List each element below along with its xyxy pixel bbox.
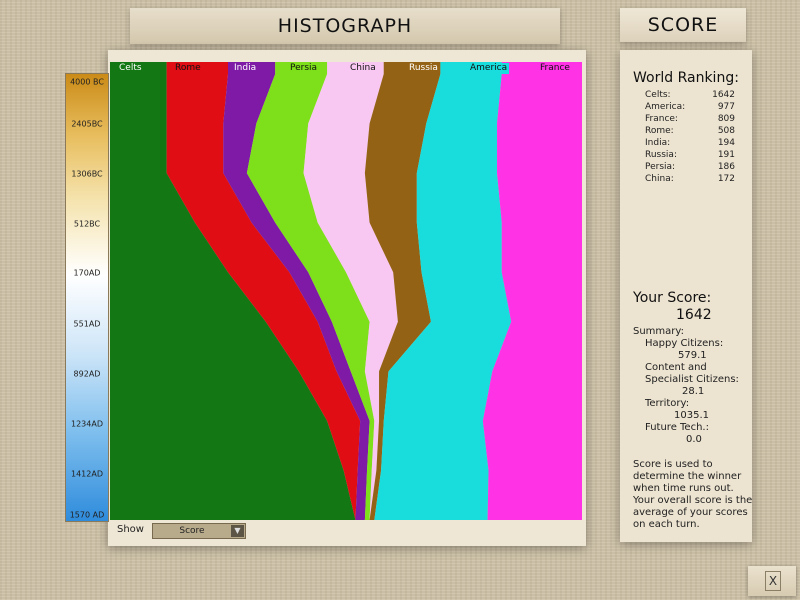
close-button[interactable]: X bbox=[748, 566, 796, 596]
content-citizens-value: 28.1 bbox=[682, 386, 705, 397]
future-tech-label: Future Tech.: bbox=[645, 422, 709, 433]
score-note-line: Your overall score is the bbox=[633, 495, 753, 506]
ranking-name: America: bbox=[645, 102, 686, 112]
timeline-tick: 1306BC bbox=[71, 169, 103, 179]
histograph-svg bbox=[110, 62, 582, 520]
ranking-name: France: bbox=[645, 114, 678, 124]
happy-citizens-label: Happy Citizens: bbox=[645, 338, 724, 349]
timeline-tick: 892AD bbox=[73, 369, 101, 379]
legend-label-china: China bbox=[348, 63, 378, 74]
summary-label: Summary: bbox=[633, 326, 684, 337]
civilization-legend: Celts Rome India Persia China Russia Ame… bbox=[110, 63, 582, 75]
timeline-tick: 512BC bbox=[73, 219, 101, 229]
histograph-title: HISTOGRAPH bbox=[130, 8, 560, 44]
ranking-value: 977 bbox=[717, 102, 735, 112]
score-note-line: Score is used to bbox=[633, 459, 713, 470]
ranking-value: 186 bbox=[717, 162, 735, 172]
territory-label: Territory: bbox=[645, 398, 690, 409]
ranking-row: India: 194 bbox=[645, 137, 735, 149]
legend-label-persia: Persia bbox=[288, 63, 320, 74]
ranking-value: 1642 bbox=[712, 90, 735, 100]
legend-label-france: France bbox=[538, 63, 572, 74]
ranking-name: Russia: bbox=[645, 150, 677, 160]
your-score-title: Your Score: bbox=[633, 290, 712, 306]
timeline-tick: 170AD bbox=[73, 268, 101, 278]
ranking-value: 191 bbox=[717, 150, 735, 160]
ranking-name: Persia: bbox=[645, 162, 676, 172]
future-tech-value: 0.0 bbox=[686, 434, 702, 445]
timeline-tick: 4000 BC bbox=[70, 77, 104, 87]
ranking-name: Rome: bbox=[645, 126, 674, 136]
histograph-chart bbox=[110, 62, 582, 520]
chevron-down-icon[interactable]: ▼ bbox=[231, 525, 244, 537]
ranking-row: Celts: 1642 bbox=[645, 89, 735, 101]
score-tab[interactable]: SCORE bbox=[620, 8, 746, 42]
ranking-value: 172 bbox=[717, 174, 735, 184]
legend-label-rome: Rome bbox=[173, 63, 203, 74]
timeline-tick: 1234AD bbox=[71, 419, 103, 429]
score-note-line: determine the winner bbox=[633, 471, 742, 482]
ranking-name: India: bbox=[645, 138, 671, 148]
happy-citizens-value: 579.1 bbox=[678, 350, 707, 361]
territory-value: 1035.1 bbox=[674, 410, 709, 421]
ranking-row: Russia: 191 bbox=[645, 149, 735, 161]
timeline-tick: 1570 AD bbox=[69, 510, 105, 520]
close-icon[interactable]: X bbox=[765, 571, 781, 591]
show-dropdown[interactable]: Score ▼ bbox=[152, 523, 246, 539]
your-score-value: 1642 bbox=[676, 307, 712, 323]
show-dropdown-value: Score bbox=[179, 526, 205, 536]
ranking-name: Celts: bbox=[645, 90, 671, 100]
specialist-citizens-label: Specialist Citizens: bbox=[645, 374, 739, 385]
ranking-value: 508 bbox=[717, 126, 735, 136]
ranking-row: Rome: 508 bbox=[645, 125, 735, 137]
ranking-row: Persia: 186 bbox=[645, 161, 735, 173]
score-note-line: average of your scores bbox=[633, 507, 748, 518]
score-note-line: on each turn. bbox=[633, 519, 700, 530]
show-label: Show bbox=[117, 524, 144, 535]
ranking-row: China: 172 bbox=[645, 173, 735, 185]
legend-label-america: America bbox=[468, 63, 510, 74]
content-citizens-label: Content and bbox=[645, 362, 707, 373]
legend-label-russia: Russia bbox=[407, 63, 440, 74]
ranking-row: France: 809 bbox=[645, 113, 735, 125]
timeline-tick: 551AD bbox=[73, 319, 101, 329]
ranking-value: 809 bbox=[717, 114, 735, 124]
timeline-tick: 1412AD bbox=[71, 469, 103, 479]
score-note-line: when time runs out. bbox=[633, 483, 734, 494]
ranking-value: 194 bbox=[717, 138, 735, 148]
timeline-tick: 2405BC bbox=[71, 119, 103, 129]
timeline-bar: 4000 BC 2405BC 1306BC 512BC 170AD 551AD … bbox=[65, 73, 109, 522]
ranking-name: China: bbox=[645, 174, 674, 184]
legend-label-india: India bbox=[232, 63, 259, 74]
ranking-row: America: 977 bbox=[645, 101, 735, 113]
world-ranking-title: World Ranking: bbox=[633, 70, 739, 86]
legend-label-celts: Celts bbox=[117, 63, 144, 74]
